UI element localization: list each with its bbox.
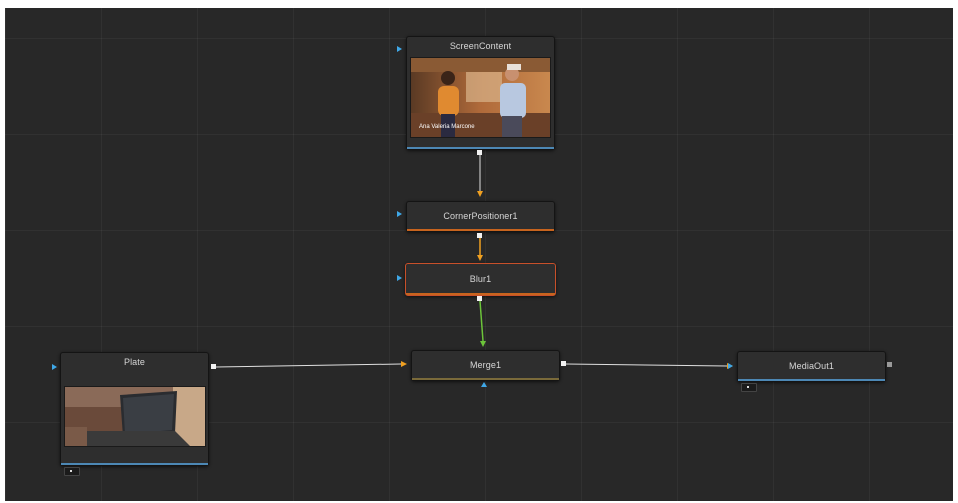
node-status-bar [407, 229, 554, 231]
node-status-bar [406, 293, 555, 295]
node-blur[interactable]: Blur1 [405, 263, 556, 296]
wire-blur-to-merge[interactable] [479, 300, 484, 342]
wire-arrow [401, 361, 407, 367]
wire-arrow [480, 341, 486, 347]
output-port[interactable] [477, 296, 482, 301]
input-triangle[interactable] [397, 211, 402, 217]
wire-plate-to-merge[interactable] [215, 363, 402, 368]
input-triangle[interactable] [397, 275, 402, 281]
node-mediaout[interactable]: MediaOut1 [737, 351, 886, 382]
input-triangle[interactable] [728, 363, 733, 369]
view-toggle-button[interactable] [741, 383, 757, 392]
node-title: CornerPositioner1 [443, 211, 518, 221]
output-port[interactable] [561, 361, 566, 366]
node-editor-canvas[interactable]: ScreenContent Ana Valeria Marcone Corner… [5, 8, 953, 501]
input-triangle[interactable] [397, 46, 402, 52]
node-title: MediaOut1 [789, 361, 834, 371]
input-triangle[interactable] [52, 364, 57, 370]
view-toggle-button[interactable] [64, 467, 80, 476]
mask-input-triangle[interactable] [481, 382, 487, 387]
output-port[interactable] [477, 150, 482, 155]
node-plate[interactable]: Plate [60, 352, 209, 466]
output-port[interactable] [477, 233, 482, 238]
node-screencontent[interactable]: ScreenContent Ana Valeria Marcone [406, 36, 555, 150]
wire-arrow [477, 191, 483, 197]
node-merge[interactable]: Merge1 [411, 350, 560, 381]
node-title: Merge1 [469, 360, 502, 370]
node-status-bar [412, 378, 559, 380]
output-port[interactable] [211, 364, 216, 369]
node-cornerpositioner[interactable]: CornerPositioner1 [406, 201, 555, 232]
node-title: Plate [123, 357, 145, 367]
node-title: ScreenContent [449, 41, 512, 51]
node-status-bar [407, 147, 554, 149]
wire-arrow [477, 255, 483, 261]
node-thumbnail-people: Ana Valeria Marcone [410, 57, 551, 138]
node-status-bar [738, 379, 885, 381]
node-status-bar [61, 463, 208, 465]
wire-merge-to-mediaout[interactable] [565, 363, 728, 367]
node-thumbnail-laptop [64, 386, 206, 447]
output-port[interactable] [887, 362, 892, 367]
thumbnail-caption: Ana Valeria Marcone [419, 124, 475, 130]
node-title: Blur1 [469, 274, 492, 284]
